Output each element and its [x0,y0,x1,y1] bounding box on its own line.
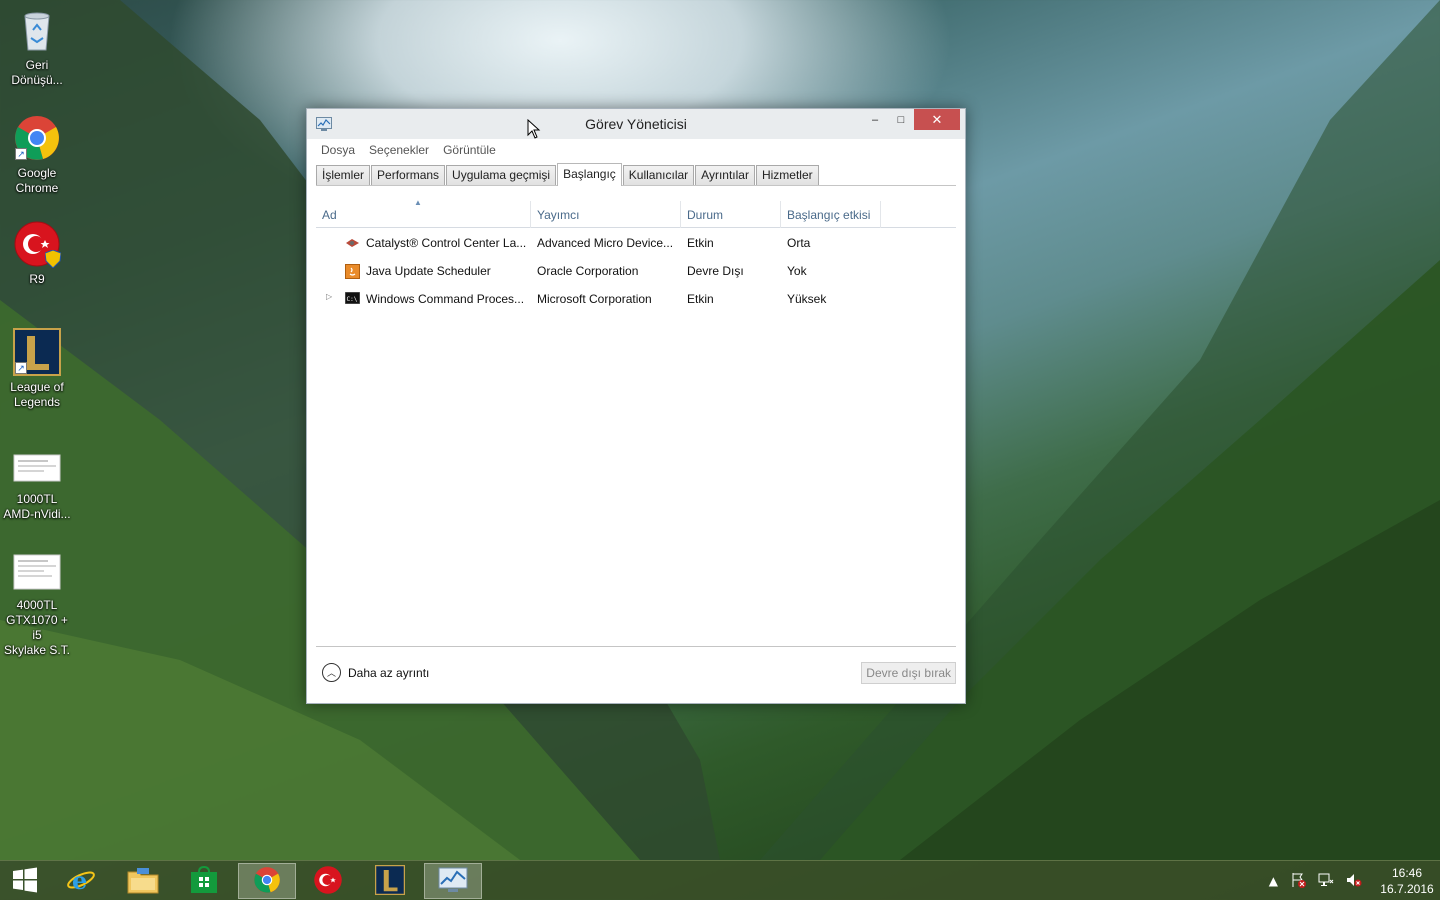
start-icon [12,867,38,896]
svg-text:C:\: C:\ [347,296,358,303]
tab-processes[interactable]: İşlemler [316,165,371,185]
table-row[interactable]: Java Update Scheduler Oracle Corporation… [316,257,956,285]
close-button[interactable]: ✕ [914,109,960,130]
desktop-icon-document-4000tl[interactable]: 4000TL GTX1070 + i5 Skylake S.T. [2,554,72,658]
row-publisher: Oracle Corporation [537,264,639,278]
store-icon [190,865,218,897]
row-name: Java Update Scheduler [366,264,491,278]
document-thumbnail-icon [13,554,61,590]
java-icon [345,264,360,279]
disable-button[interactable]: Devre dışı bırak [861,662,956,684]
row-publisher: Microsoft Corporation [537,292,652,306]
clock-date: 16.7.2016 [1380,882,1434,896]
svg-text:e: e [72,866,87,895]
desktop-icon-label: R9 [29,272,45,286]
volume-muted-icon[interactable] [1346,872,1362,891]
desktop-icon-label: Google Chrome [15,166,59,195]
shortcut-arrow-icon: ↗ [15,362,27,374]
league-icon [375,864,405,898]
column-header-status[interactable]: Durum [681,208,723,222]
r9-icon [313,865,343,898]
document-thumbnail-icon [13,454,61,482]
minimize-button[interactable]: – [862,109,888,130]
desktop-icon-document-1000tl[interactable]: 1000TL AMD-nVidi... [2,454,72,522]
task-manager-icon [438,867,468,896]
mouse-cursor-icon [527,118,541,142]
desktop-icon-r9[interactable]: R9 [2,220,72,287]
sort-ascending-icon: ▲ [414,198,422,207]
desktop-icon-label: 1000TL AMD-nVidi... [3,492,71,521]
column-separator[interactable] [880,201,881,228]
tab-users[interactable]: Kullanıcılar [622,165,695,185]
tab-details[interactable]: Ayrıntılar [695,165,755,185]
row-impact: Yok [787,264,807,278]
recycle-bin-icon [13,6,61,54]
turkish-flag-ball-icon [13,220,62,269]
row-status: Etkin [687,292,714,306]
start-button[interactable] [0,863,50,899]
tab-strip: İşlemler Performans Uygulama geçmişi Baş… [316,163,956,186]
action-center-flag-icon[interactable] [1290,872,1306,891]
menu-bar: Dosya Seçenekler Görüntüle [307,139,965,161]
column-header-name[interactable]: Ad [316,208,337,222]
row-impact: Yüksek [787,292,827,306]
taskbar-internet-explorer[interactable]: e [52,863,110,899]
desktop-icon-label: League of Legends [10,380,64,409]
table-row[interactable]: ▷ C:\ Windows Command Proces... Microsof… [316,285,956,313]
shield-icon [44,249,62,269]
expand-arrow-icon[interactable]: ▷ [326,292,332,301]
shortcut-arrow-icon: ↗ [15,148,27,160]
fewer-details-label: Daha az ayrıntı [348,665,430,680]
row-name: Catalyst® Control Center La... [366,236,527,250]
column-header-publisher[interactable]: Yayımcı [531,208,579,222]
menu-item-file[interactable]: Dosya [321,143,355,157]
fewer-details-button[interactable]: ︿ Daha az ayrıntı [322,663,429,682]
tab-services[interactable]: Hizmetler [755,165,819,185]
desktop-icon-label: Geri Dönüşü... [11,58,63,87]
table-row[interactable]: Catalyst® Control Center La... Advanced … [316,229,956,257]
tab-startup[interactable]: Başlangıç [557,163,622,186]
row-publisher: Advanced Micro Device... [537,236,674,250]
system-tray: ▲ 16:46 16.7.2016 [1269,861,1440,900]
tab-performance[interactable]: Performans [371,165,446,185]
file-explorer-icon [127,866,159,897]
taskbar-store[interactable] [175,863,233,899]
taskbar-r9[interactable] [299,863,357,899]
footer-bar: ︿ Daha az ayrıntı Devre dışı bırak [316,649,956,693]
row-status: Devre Dışı [687,264,744,278]
desktop-icon-label: 4000TL GTX1070 + i5 Skylake S.T. [3,598,71,657]
column-header-startup-impact[interactable]: Başlangıç etkisi [781,208,870,222]
menu-item-view[interactable]: Görüntüle [443,143,496,157]
column-header-row: ▲ Ad Yayımcı Durum Başlangıç etkisi [316,186,956,228]
tab-app-history[interactable]: Uygulama geçmişi [446,165,557,185]
menu-item-options[interactable]: Seçenekler [369,143,429,157]
startup-list: ▲ Ad Yayımcı Durum Başlangıç etkisi Cata… [316,186,956,647]
network-icon[interactable] [1318,872,1334,891]
maximize-button[interactable]: □ [888,109,914,130]
chrome-icon [253,866,281,897]
taskbar-chrome[interactable] [238,863,296,899]
chevron-up-icon: ︿ [322,663,341,682]
cmd-icon: C:\ [344,291,361,306]
show-hidden-icons-icon[interactable]: ▲ [1269,874,1278,888]
amd-catalyst-icon [345,236,360,250]
title-bar[interactable]: Görev Yöneticisi – □ ✕ [307,109,965,139]
league-icon: ↗ [13,328,61,376]
row-impact: Orta [787,236,811,250]
task-manager-window: Görev Yöneticisi – □ ✕ Dosya Seçenekler … [306,108,966,704]
taskbar-file-explorer[interactable] [114,863,172,899]
desktop-icon-google-chrome[interactable]: ↗ Google Chrome [2,114,72,196]
chrome-icon: ↗ [13,114,61,162]
taskbar-task-manager[interactable] [424,863,482,899]
taskbar-league-of-legends[interactable] [361,863,419,899]
internet-explorer-icon: e [66,865,96,898]
clock-time: 16:46 [1391,866,1423,880]
desktop-icon-league-of-legends[interactable]: ↗ League of Legends [2,328,72,410]
row-name: Windows Command Proces... [366,292,525,306]
desktop-icon-recycle-bin[interactable]: Geri Dönüşü... [2,6,72,88]
taskbar: e ▲ 16:46 16.7.2016 [0,860,1440,900]
row-status: Etkin [687,236,714,250]
clock[interactable]: 16:46 16.7.2016 [1374,865,1440,897]
